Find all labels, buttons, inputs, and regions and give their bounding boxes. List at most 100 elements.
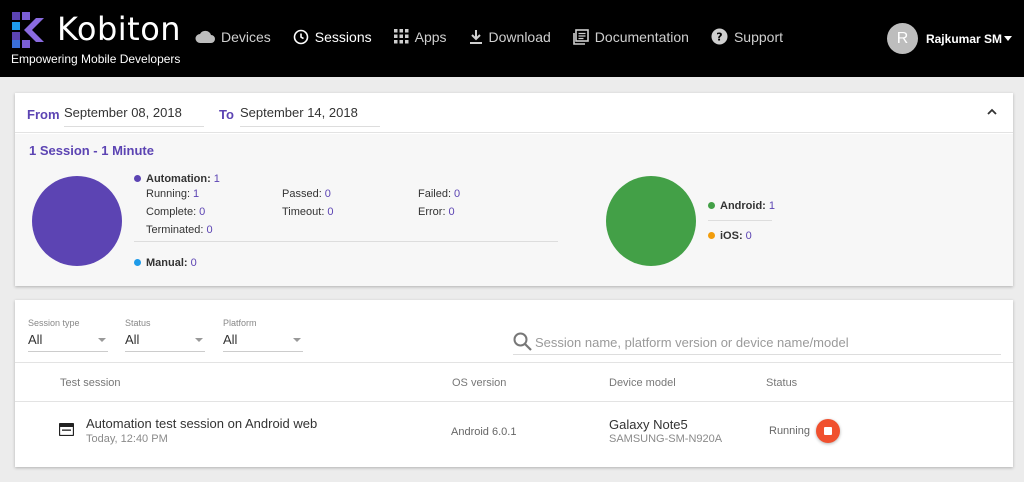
- summary-body: 1 Session - 1 Minute Automation: 1 Runnin…: [15, 134, 1013, 286]
- os-version: Android 6.0.1: [451, 426, 517, 438]
- nav-download[interactable]: Download: [469, 29, 551, 45]
- automation-stat: Automation: 1: [134, 173, 220, 185]
- android-count: 1: [768, 200, 775, 212]
- main-nav: Devices Sessions Apps Download Documenta…: [195, 28, 805, 45]
- automation-label: Automation:: [146, 173, 211, 185]
- filter-label: Status: [125, 318, 151, 328]
- device-model: SAMSUNG-SM-N920A: [609, 433, 723, 445]
- kobiton-logo-icon[interactable]: [12, 12, 48, 48]
- column-header-test-session[interactable]: Test session: [60, 377, 121, 389]
- session-type-select[interactable]: All: [28, 332, 108, 352]
- to-date-field[interactable]: September 14, 2018: [240, 105, 380, 127]
- manual-count: 0: [190, 257, 197, 269]
- status-badge: Running: [769, 425, 810, 437]
- filter-value: All: [125, 332, 140, 347]
- stat-value: 0: [454, 188, 461, 200]
- sessions-list-card: Session type All Status All Platform All…: [15, 300, 1013, 467]
- filter-value: All: [223, 332, 238, 347]
- stat-label: Complete:: [146, 206, 197, 218]
- status-select[interactable]: All: [125, 332, 205, 352]
- column-header-status[interactable]: Status: [766, 377, 797, 389]
- session-name[interactable]: Automation test session on Android web: [86, 416, 317, 431]
- platform-select[interactable]: All: [223, 332, 303, 352]
- automation-count: 1: [213, 173, 220, 185]
- failed-stat: Failed: 0: [418, 188, 460, 200]
- terminated-stat: Terminated: 0: [146, 224, 213, 236]
- stat-label: Terminated:: [146, 224, 204, 236]
- android-dot-icon: [708, 202, 715, 209]
- complete-stat: Complete: 0: [146, 206, 205, 218]
- nav-label: Sessions: [314, 28, 372, 45]
- dropdown-arrow-icon: [195, 338, 203, 342]
- android-stat: Android: 1: [708, 200, 775, 212]
- ios-dot-icon: [708, 232, 715, 239]
- nav-label: Devices: [221, 28, 271, 45]
- user-menu[interactable]: R Rajkumar SM: [886, 23, 1012, 54]
- ios-count: 0: [745, 230, 752, 242]
- nav-sessions[interactable]: Sessions: [293, 29, 372, 45]
- status-filter[interactable]: Status All: [125, 318, 205, 352]
- nav-devices[interactable]: Devices: [195, 29, 271, 45]
- filter-label: Session type: [28, 318, 80, 328]
- docs-icon: [572, 28, 589, 45]
- nav-label: Support: [733, 28, 784, 45]
- stat-value: 0: [448, 206, 455, 218]
- divider: [134, 241, 558, 242]
- nav-label: Download: [488, 28, 551, 45]
- stat-label: Passed:: [282, 188, 322, 200]
- column-header-os-version[interactable]: OS version: [452, 377, 506, 389]
- stat-label: Timeout:: [282, 206, 325, 218]
- stat-label: Error:: [418, 206, 446, 218]
- platform-pie-chart: [606, 176, 696, 266]
- chevron-down-icon: [1004, 36, 1012, 41]
- clock-icon: [293, 29, 309, 44]
- platform-filter[interactable]: Platform All: [223, 318, 303, 352]
- help-icon: ?: [711, 28, 728, 45]
- nav-label: Apps: [414, 28, 447, 45]
- cloud-icon: [195, 30, 215, 43]
- table-header: Test session OS version Device model Sta…: [15, 362, 1013, 402]
- device-name: Galaxy Note5: [609, 417, 688, 432]
- avatar[interactable]: R: [886, 23, 918, 54]
- from-label: From: [27, 107, 60, 122]
- nav-support[interactable]: ? Support: [711, 28, 783, 45]
- divider: [708, 220, 772, 221]
- stop-session-button[interactable]: [816, 419, 840, 443]
- session-type-filter[interactable]: Session type All: [28, 318, 108, 352]
- from-date-field[interactable]: September 08, 2018: [64, 105, 204, 127]
- chevron-up-icon[interactable]: [987, 107, 997, 117]
- table-row[interactable]: Automation test session on Android web T…: [35, 403, 993, 459]
- error-stat: Error: 0: [418, 206, 455, 218]
- session-summary-card: From September 08, 2018 To September 14,…: [15, 93, 1013, 286]
- stat-value: 0: [327, 206, 334, 218]
- manual-stat: Manual: 0: [134, 257, 197, 269]
- brand-name[interactable]: Kobiton: [57, 10, 181, 48]
- download-icon: [469, 29, 482, 44]
- stat-value: 0: [206, 224, 213, 236]
- ios-stat: iOS: 0: [708, 230, 752, 242]
- automation-dot-icon: [134, 175, 141, 182]
- manual-label: Manual:: [146, 257, 188, 269]
- date-range-bar: From September 08, 2018 To September 14,…: [15, 93, 1013, 133]
- stat-value: 1: [193, 188, 200, 200]
- filter-value: All: [28, 332, 43, 347]
- session-count: 1 Session - 1 Minute: [29, 143, 154, 158]
- svg-text:?: ?: [716, 31, 722, 44]
- user-name: Rajkumar SM: [925, 31, 1002, 46]
- nav-apps[interactable]: Apps: [393, 28, 447, 45]
- android-label: Android:: [720, 200, 766, 212]
- filter-label: Platform: [223, 318, 257, 328]
- top-navbar: Kobiton Empowering Mobile Developers Dev…: [0, 0, 1024, 77]
- nav-documentation[interactable]: Documentation: [572, 28, 689, 45]
- to-label: To: [219, 107, 234, 122]
- stat-label: Failed:: [418, 188, 452, 200]
- stat-value: 0: [199, 206, 206, 218]
- manual-dot-icon: [134, 259, 141, 266]
- column-header-device-model[interactable]: Device model: [609, 377, 676, 389]
- session-time: Today, 12:40 PM: [86, 433, 168, 445]
- stat-label: Running:: [146, 188, 191, 200]
- stat-value: 0: [324, 188, 331, 200]
- ios-label: iOS:: [720, 230, 743, 242]
- timeout-stat: Timeout: 0: [282, 206, 334, 218]
- search-input[interactable]: [535, 332, 995, 352]
